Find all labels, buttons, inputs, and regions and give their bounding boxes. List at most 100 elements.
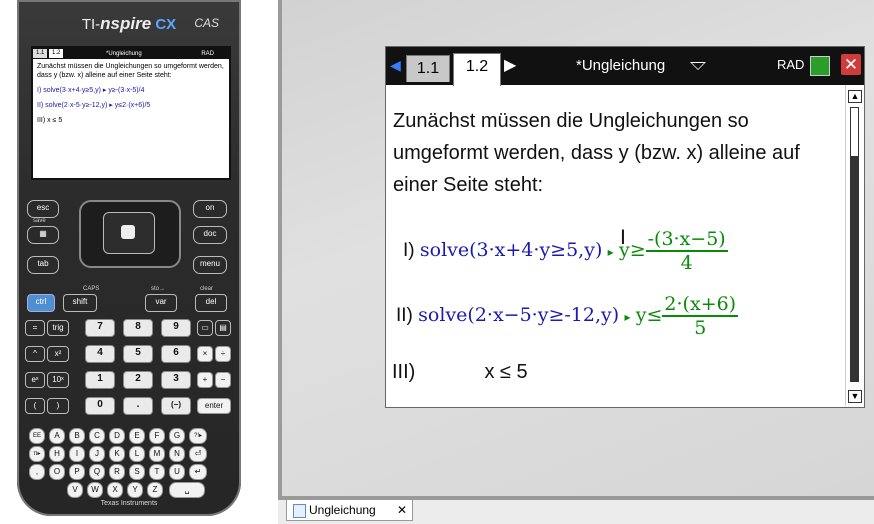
handheld-tab-2[interactable]: 1.2 xyxy=(49,49,64,58)
previous-page-arrow-icon[interactable]: ◀ xyxy=(390,57,401,74)
document-tab[interactable]: Ungleichung ✕ xyxy=(286,500,413,521)
letter-key[interactable]: D xyxy=(109,428,125,444)
title-dropdown-icon[interactable] xyxy=(690,62,706,70)
letter-key[interactable]: W xyxy=(87,482,103,498)
touchpad-ring[interactable] xyxy=(103,212,155,254)
doc-key[interactable]: doc xyxy=(193,226,227,244)
equals-key[interactable]: = xyxy=(25,320,45,336)
key-4[interactable]: 4 xyxy=(85,345,115,363)
trig-key[interactable]: trig xyxy=(47,320,69,336)
close-page-button[interactable]: ✕ xyxy=(841,54,861,75)
key-8[interactable]: 8 xyxy=(123,319,153,337)
document-icon xyxy=(293,504,306,518)
vertical-scrollbar[interactable]: ▲ ▼ xyxy=(845,85,863,406)
on-key[interactable]: on xyxy=(193,200,227,218)
notes-editor[interactable]: Zunächst müssen die Ungleichungen so umg… xyxy=(386,85,842,407)
add-key[interactable]: + xyxy=(197,372,213,388)
letter-key[interactable]: U xyxy=(169,464,185,480)
template-key[interactable]: ▭ xyxy=(197,320,213,336)
touchpad[interactable] xyxy=(79,200,181,268)
equation-row-1[interactable]: I) solve(3·x+4·y≥5,y) ▸ y≥ -(3·x−5) 4 xyxy=(403,228,728,274)
esc-key[interactable]: esc xyxy=(27,200,59,218)
letter-key[interactable]: Z xyxy=(147,482,163,498)
letter-key[interactable]: ?!▸ xyxy=(189,428,207,444)
subtract-key[interactable]: − xyxy=(215,372,231,388)
enter-key[interactable]: enter xyxy=(197,398,231,414)
letter-key[interactable]: R xyxy=(109,464,125,480)
letter-key[interactable]: H xyxy=(49,446,65,462)
next-page-arrow-icon[interactable]: ▶ xyxy=(504,55,516,75)
negative-key[interactable]: (−) xyxy=(161,397,191,415)
scroll-down-arrow-icon[interactable]: ▼ xyxy=(848,390,862,403)
scroll-up-arrow-icon[interactable]: ▲ xyxy=(848,90,862,103)
equation-row-2[interactable]: II) solve(2·x−5·y≥-12,y) ▸ y≤ 2·(x+6) 5 xyxy=(396,293,739,339)
letter-key[interactable]: L xyxy=(129,446,145,462)
dot-key[interactable]: . xyxy=(123,397,153,415)
key-9[interactable]: 9 xyxy=(161,319,191,337)
menu-key[interactable]: menu xyxy=(193,256,227,274)
letter-key[interactable]: S xyxy=(129,464,145,480)
scroll-thumb[interactable] xyxy=(850,107,859,157)
document-tab-label: Ungleichung xyxy=(309,503,376,517)
letter-key[interactable]: M xyxy=(149,446,165,462)
letter-key[interactable]: N xyxy=(169,446,185,462)
key-7[interactable]: 7 xyxy=(85,319,115,337)
square-key[interactable]: x² xyxy=(47,346,69,362)
letter-key[interactable]: E xyxy=(129,428,145,444)
exp-key[interactable]: eˣ xyxy=(25,372,45,388)
space-key[interactable]: ␣ xyxy=(169,482,205,498)
ctrl-key[interactable]: ctrl xyxy=(27,294,55,312)
letter-key[interactable]: V xyxy=(67,482,83,498)
brand-cx: CX xyxy=(155,16,177,33)
page-tab-1-2[interactable]: 1.2 xyxy=(453,53,501,86)
letter-key[interactable]: EE xyxy=(29,428,45,444)
letter-key[interactable]: C xyxy=(89,428,105,444)
key-6[interactable]: 6 xyxy=(161,345,191,363)
del-key[interactable]: del xyxy=(195,294,227,312)
key-3[interactable]: 3 xyxy=(161,371,191,389)
key-2[interactable]: 2 xyxy=(123,371,153,389)
letter-key[interactable]: π▸ xyxy=(29,446,45,462)
close-document-tab-button[interactable]: ✕ xyxy=(397,500,407,520)
catalog-key[interactable]: ▤ xyxy=(215,320,231,336)
letter-key[interactable]: G xyxy=(169,428,185,444)
scroll-track[interactable] xyxy=(850,107,859,382)
letter-key[interactable]: Q xyxy=(89,464,105,480)
document-title[interactable]: *Ungleichung xyxy=(576,57,665,74)
letter-key[interactable]: ↵ xyxy=(189,464,207,480)
key-0[interactable]: 0 xyxy=(85,397,115,415)
scratchpad-key[interactable]: ▦ xyxy=(27,226,59,244)
letter-key[interactable]: A xyxy=(49,428,65,444)
document-window: ◀ 1.1 1.2 ▶ *Ungleichung RAD ✕ Zunächst … xyxy=(385,46,865,408)
letter-key[interactable]: I xyxy=(69,446,85,462)
power-key[interactable]: ^ xyxy=(25,346,45,362)
tab-key[interactable]: tab xyxy=(27,256,59,274)
letter-key[interactable]: Y xyxy=(127,482,143,498)
letter-key[interactable]: , xyxy=(29,464,45,480)
texas-instruments-logo: Texas Instruments xyxy=(100,500,158,507)
key-1[interactable]: 1 xyxy=(85,371,115,389)
letter-key[interactable]: O xyxy=(49,464,65,480)
letter-key[interactable]: J xyxy=(89,446,105,462)
key-5[interactable]: 5 xyxy=(123,345,153,363)
left-paren-key[interactable]: ( xyxy=(25,398,45,414)
letter-key[interactable]: P xyxy=(69,464,85,480)
right-paren-key[interactable]: ) xyxy=(47,398,69,414)
ten-power-key[interactable]: 10ˣ xyxy=(47,372,69,388)
eq1-label: I) xyxy=(403,240,415,262)
letter-key[interactable]: F xyxy=(149,428,165,444)
letter-key[interactable]: B xyxy=(69,428,85,444)
page-tab-1-1[interactable]: 1.1 xyxy=(406,55,450,82)
multiply-key[interactable]: × xyxy=(197,346,213,362)
letter-key[interactable]: K xyxy=(109,446,125,462)
handheld-tab-1[interactable]: 1.1 xyxy=(33,49,48,58)
touchpad-center-button[interactable] xyxy=(121,225,135,239)
equation-row-3[interactable]: III) x ≤ 5 xyxy=(392,361,528,384)
eq2-command: solve(2·x−5·y≥-12,y) xyxy=(418,304,620,327)
var-key[interactable]: var xyxy=(145,294,177,312)
letter-key[interactable]: X xyxy=(107,482,123,498)
letter-key[interactable]: T xyxy=(149,464,165,480)
shift-key[interactable]: shift xyxy=(63,294,97,312)
divide-key[interactable]: ÷ xyxy=(215,346,231,362)
letter-key[interactable]: ⏎ xyxy=(189,446,207,462)
